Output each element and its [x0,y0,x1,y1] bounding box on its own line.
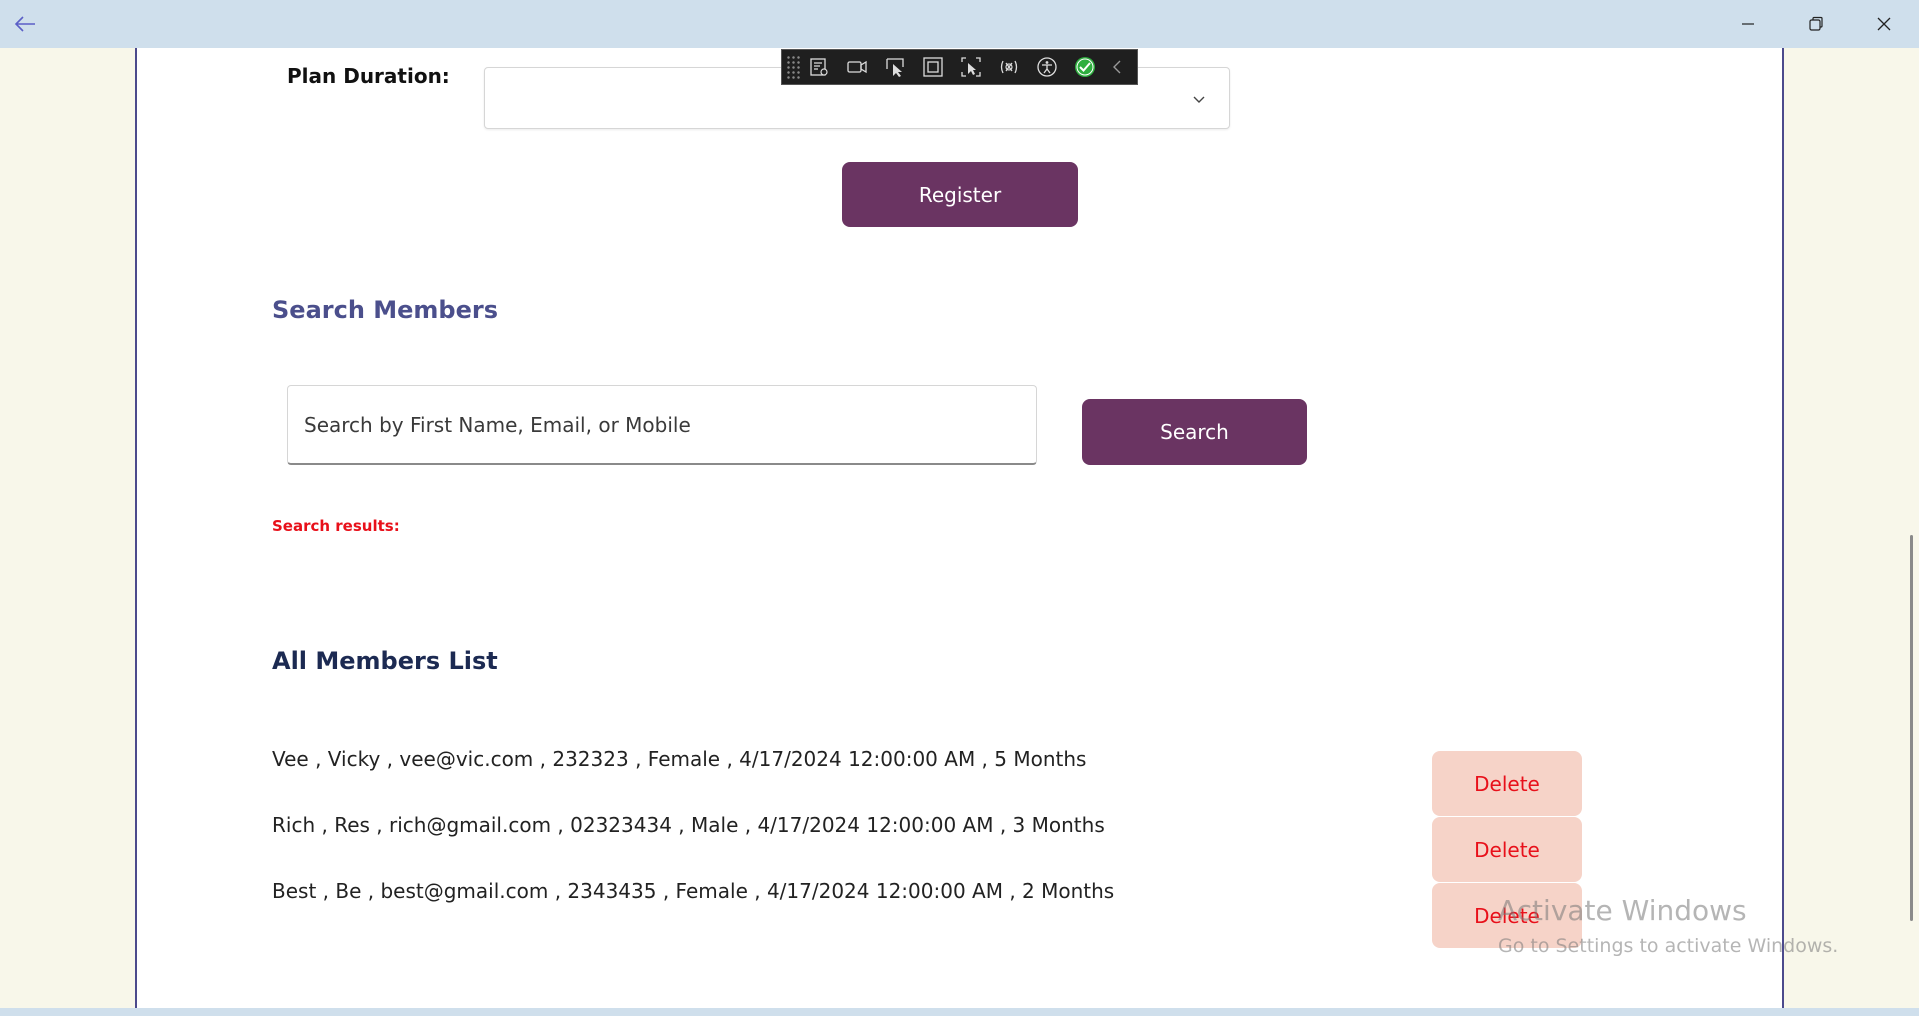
search-members-heading: Search Members [272,296,499,324]
chevron-down-icon [1193,96,1205,103]
live-visual-tree-icon [810,58,828,76]
restore-icon [1809,16,1823,31]
member-row: Rich , Res , rich@gmail.com , 02323434 ,… [272,813,1105,837]
back-button[interactable] [10,10,40,38]
delete-button[interactable]: Delete [1432,751,1582,816]
debug-toolbar [781,49,1138,85]
vertical-scrollbar[interactable] [1910,535,1913,921]
search-button[interactable]: Search [1082,399,1307,465]
member-row: Best , Be , best@gmail.com , 2343435 , F… [272,879,1115,903]
arrow-left-icon [14,16,35,32]
delete-button[interactable]: Delete [1432,817,1582,882]
search-results-label: Search results: [272,517,400,535]
select-element-button[interactable] [876,50,914,84]
register-button[interactable]: Register [842,162,1078,227]
restore-button[interactable] [1782,0,1850,48]
video-button[interactable] [838,50,876,84]
activate-windows-watermark: Activate Windows [1498,894,1747,927]
checkmark-icon [1075,57,1095,77]
video-icon [847,60,867,74]
collapse-chevron-icon [1113,60,1121,74]
display-layout-adorners-icon [923,57,943,77]
live-visual-tree-button[interactable] [800,50,838,84]
display-layout-adorners-button[interactable] [914,50,952,84]
member-row: Vee , Vicky , vee@vic.com , 232323 , Fem… [272,747,1087,771]
title-bar [0,0,1919,48]
track-focus-button[interactable] [952,50,990,84]
close-button[interactable] [1850,0,1918,48]
activate-windows-subtitle: Go to Settings to activate Windows. [1498,935,1839,957]
checkmark-button[interactable] [1066,50,1104,84]
hot-reload-button[interactable] [990,50,1028,84]
toolbar-grip[interactable] [786,55,800,79]
accessibility-button[interactable] [1028,50,1066,84]
minimize-icon [1742,23,1754,25]
all-members-heading: All Members List [272,647,498,675]
select-element-icon [886,58,904,77]
collapse-toolbar-button[interactable] [1104,50,1130,84]
hot-reload-icon [1000,60,1018,74]
accessibility-icon [1037,57,1057,77]
search-input[interactable] [287,385,1037,465]
minimize-button[interactable] [1714,0,1782,48]
track-focus-icon [961,57,981,77]
plan-duration-label: Plan Duration: [287,64,450,88]
close-icon [1877,17,1891,31]
bottom-border [0,1008,1919,1016]
